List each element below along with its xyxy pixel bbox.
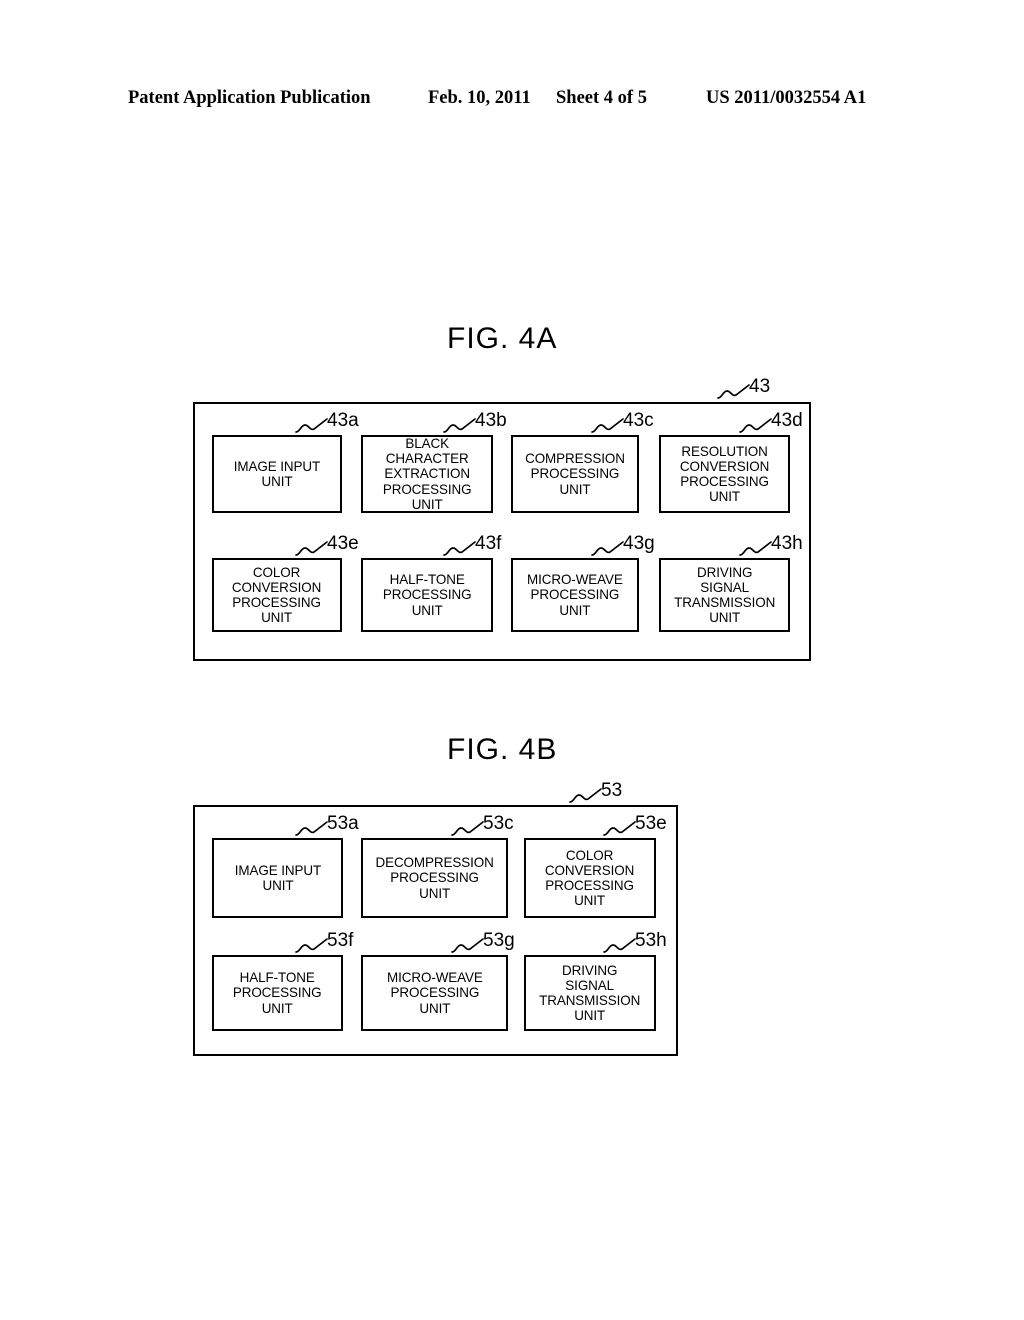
figure-4a-title: FIG. 4A bbox=[447, 322, 558, 355]
leader-squiggle-icon bbox=[603, 821, 636, 836]
reference-number-label: 53f bbox=[327, 930, 354, 951]
leader-squiggle-icon bbox=[739, 541, 772, 556]
unit-box-53f[interactable]: HALF-TONE PROCESSING UNIT bbox=[212, 955, 343, 1031]
leader-squiggle-icon bbox=[443, 418, 476, 433]
unit-box-label: DRIVING SIGNAL TRANSMISSION UNIT bbox=[673, 563, 776, 626]
leader-squiggle-icon bbox=[295, 938, 328, 953]
reference-number-label: 43e bbox=[327, 533, 359, 554]
reference-number-label: 43f bbox=[475, 533, 502, 554]
unit-box-label: MICRO-WEAVE PROCESSING UNIT bbox=[527, 571, 623, 618]
leader-squiggle-icon bbox=[295, 821, 328, 836]
leader-squiggle-icon bbox=[591, 418, 624, 433]
unit-box-43h[interactable]: DRIVING SIGNAL TRANSMISSION UNIT bbox=[659, 558, 790, 632]
reference-number-label: 43h bbox=[771, 533, 803, 554]
leader-squiggle-icon bbox=[451, 938, 484, 953]
header-document-number: US 2011/0032554 A1 bbox=[706, 88, 867, 108]
unit-box-label: COLOR CONVERSION PROCESSING UNIT bbox=[232, 563, 322, 626]
unit-box-label: IMAGE INPUT UNIT bbox=[233, 457, 321, 489]
page-header: Patent Application Publication Feb. 10, … bbox=[0, 88, 1024, 114]
unit-box-43a[interactable]: IMAGE INPUT UNIT bbox=[212, 435, 342, 513]
header-sheet-text: Sheet 4 of 5 bbox=[556, 88, 647, 108]
leader-squiggle-icon bbox=[443, 541, 476, 556]
leader-squiggle-icon bbox=[591, 541, 624, 556]
unit-box-43c[interactable]: COMPRESSION PROCESSING UNIT bbox=[511, 435, 639, 513]
leader-squiggle-icon bbox=[603, 938, 636, 953]
unit-box-label: MICRO-WEAVE PROCESSING UNIT bbox=[386, 969, 483, 1016]
reference-number-label: 43a bbox=[327, 410, 359, 431]
reference-number-label: 53g bbox=[483, 930, 515, 951]
leader-squiggle-icon bbox=[739, 418, 772, 433]
reference-number-label: 43g bbox=[623, 533, 655, 554]
reference-callout-43: 43 bbox=[715, 376, 787, 404]
header-publication-text: Patent Application Publication bbox=[128, 88, 371, 108]
reference-number-label: 53 bbox=[601, 780, 623, 801]
unit-box-43f[interactable]: HALF-TONE PROCESSING UNIT bbox=[361, 558, 493, 632]
unit-box-53a[interactable]: IMAGE INPUT UNIT bbox=[212, 838, 343, 918]
unit-box-53c[interactable]: DECOMPRESSION PROCESSING UNIT bbox=[361, 838, 508, 918]
header-date-text: Feb. 10, 2011 bbox=[428, 88, 531, 108]
unit-box-43b[interactable]: BLACK CHARACTER EXTRACTION PROCESSING UN… bbox=[361, 435, 493, 513]
reference-number-label: 43c bbox=[623, 410, 654, 431]
reference-number-label: 53c bbox=[483, 813, 514, 834]
unit-box-label: COLOR CONVERSION PROCESSING UNIT bbox=[545, 846, 635, 909]
unit-box-label: HALF-TONE PROCESSING UNIT bbox=[233, 969, 322, 1016]
reference-number-label: 53e bbox=[635, 813, 667, 834]
figure-4b-title: FIG. 4B bbox=[447, 733, 558, 766]
leader-squiggle-icon bbox=[451, 821, 484, 836]
unit-box-53h[interactable]: DRIVING SIGNAL TRANSMISSION UNIT bbox=[524, 955, 656, 1031]
reference-number-label: 43d bbox=[771, 410, 803, 431]
unit-box-label: RESOLUTION CONVERSION PROCESSING UNIT bbox=[679, 442, 770, 505]
unit-box-label: BLACK CHARACTER EXTRACTION PROCESSING UN… bbox=[382, 435, 472, 512]
unit-box-43e[interactable]: COLOR CONVERSION PROCESSING UNIT bbox=[212, 558, 342, 632]
unit-box-label: DECOMPRESSION PROCESSING UNIT bbox=[375, 854, 494, 901]
leader-squiggle-icon bbox=[717, 384, 750, 399]
unit-box-43g[interactable]: MICRO-WEAVE PROCESSING UNIT bbox=[511, 558, 639, 632]
unit-box-label: HALF-TONE PROCESSING UNIT bbox=[382, 571, 472, 618]
unit-box-label: IMAGE INPUT UNIT bbox=[234, 861, 321, 893]
unit-box-43d[interactable]: RESOLUTION CONVERSION PROCESSING UNIT bbox=[659, 435, 790, 513]
unit-box-label: DRIVING SIGNAL TRANSMISSION UNIT bbox=[539, 961, 641, 1024]
reference-number-label: 53a bbox=[327, 813, 359, 834]
unit-box-label: COMPRESSION PROCESSING UNIT bbox=[525, 450, 625, 497]
unit-box-53e[interactable]: COLOR CONVERSION PROCESSING UNIT bbox=[524, 838, 656, 918]
leader-squiggle-icon bbox=[569, 788, 602, 803]
reference-number-label: 43b bbox=[475, 410, 507, 431]
reference-number-label: 53h bbox=[635, 930, 667, 951]
unit-box-53g[interactable]: MICRO-WEAVE PROCESSING UNIT bbox=[361, 955, 508, 1031]
leader-squiggle-icon bbox=[295, 418, 328, 433]
reference-number-label: 43 bbox=[749, 376, 771, 397]
leader-squiggle-icon bbox=[295, 541, 328, 556]
